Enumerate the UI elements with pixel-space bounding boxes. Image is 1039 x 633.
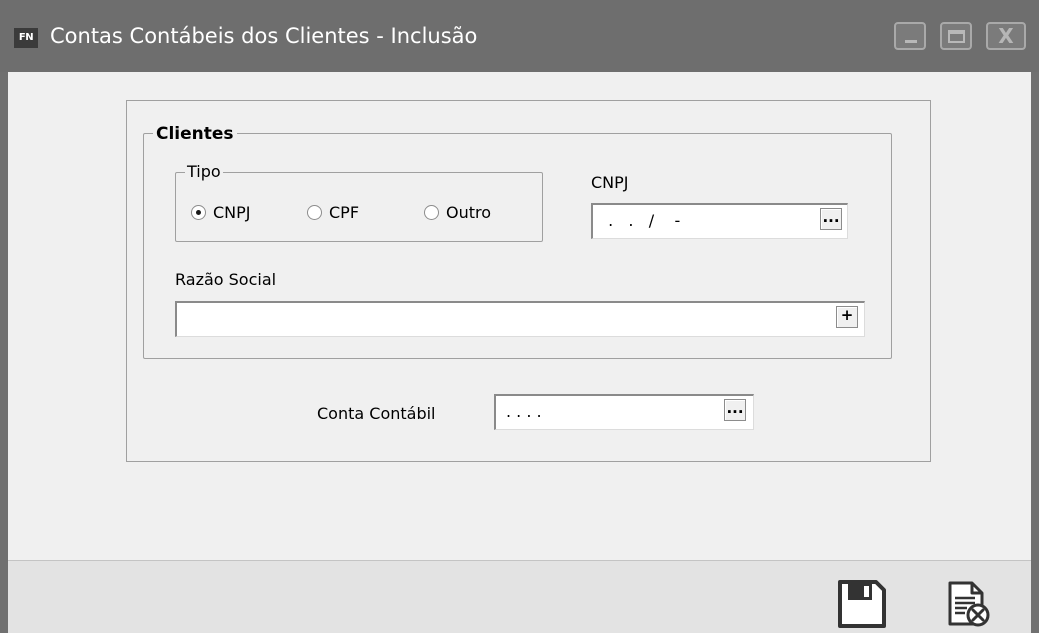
close-icon: X [998, 24, 1014, 48]
clientes-group-title: Clientes [153, 124, 237, 144]
title-bar[interactable]: FN Contas Contábeis dos Clientes - Inclu… [0, 0, 1039, 72]
radio-outro[interactable]: Outro [424, 201, 491, 223]
cnpj-field[interactable]: . . / - ... [591, 203, 848, 239]
minimize-icon [905, 40, 917, 43]
razao-social-label: Razão Social [175, 270, 277, 289]
radio-cnpj-label: CNPJ [213, 202, 251, 222]
save-icon [838, 580, 886, 628]
radio-cnpj[interactable]: CNPJ [191, 201, 251, 223]
radio-unselected-icon [424, 204, 439, 220]
radio-cpf[interactable]: CPF [307, 201, 359, 223]
cnpj-label: CNPJ [591, 173, 629, 192]
cnpj-value: . . / - [603, 211, 681, 230]
app-icon: FN [14, 28, 38, 48]
conta-contabil-value: . . . . [506, 402, 542, 421]
conta-contabil-field[interactable]: . . . . ... [494, 394, 754, 430]
tipo-group-title: Tipo [185, 162, 223, 182]
window-title: Contas Contábeis dos Clientes - Inclusão [50, 24, 478, 48]
close-button[interactable]: X [986, 22, 1026, 50]
cancel-document-icon [948, 581, 990, 627]
conta-contabil-lookup-button[interactable]: ... [724, 399, 746, 421]
minimize-button[interactable] [894, 22, 926, 50]
maximize-icon [948, 30, 965, 43]
conta-contabil-label: Conta Contábil [317, 404, 436, 423]
maximize-button[interactable] [940, 22, 972, 50]
radio-selected-icon [191, 204, 206, 220]
radio-outro-label: Outro [446, 202, 492, 222]
razao-social-add-button[interactable]: + [836, 306, 858, 328]
cnpj-lookup-button[interactable]: ... [820, 208, 842, 230]
cancel-button[interactable] [944, 580, 992, 628]
radio-cpf-label: CPF [329, 202, 360, 222]
save-button[interactable] [838, 580, 886, 628]
razao-social-field[interactable]: + [175, 301, 865, 337]
radio-unselected-icon [307, 204, 322, 220]
